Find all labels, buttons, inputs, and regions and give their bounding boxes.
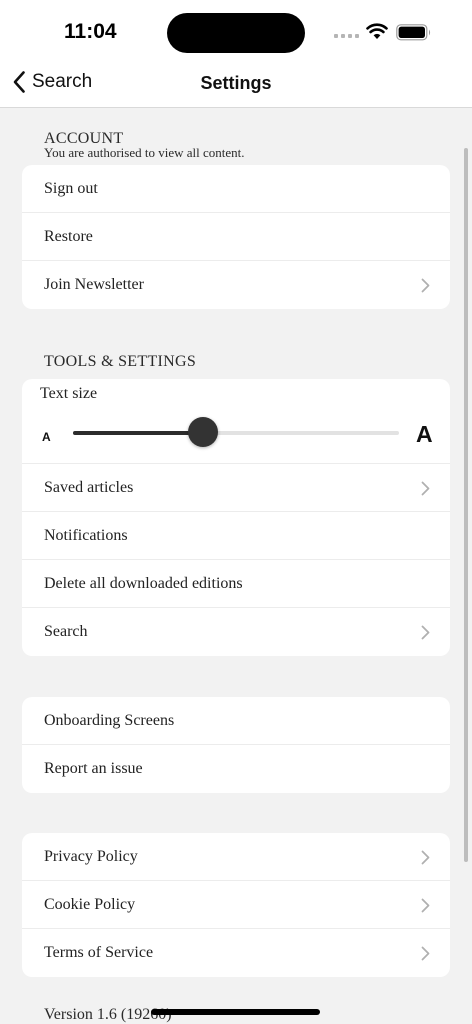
search-row[interactable]: Search: [22, 608, 450, 656]
chevron-right-icon: [421, 625, 430, 640]
chevron-right-icon: [421, 278, 430, 293]
row-label: Sign out: [44, 179, 98, 197]
row-label: Terms of Service: [44, 944, 154, 961]
wifi-icon: [366, 23, 388, 39]
status-time: 11:04: [64, 20, 117, 43]
text-size-control: Text size A A: [22, 379, 450, 464]
slider-thumb[interactable]: [188, 417, 219, 447]
row-label: Notifications: [44, 526, 128, 544]
status-bar: 11:04: [0, 0, 472, 64]
row-label: Join Newsletter: [44, 276, 144, 293]
cellular-signal-icon: [334, 34, 359, 38]
support-card: Onboarding Screens Report an issue: [22, 697, 450, 793]
text-size-large-glyph: A: [416, 421, 433, 447]
legal-card: Privacy Policy Cookie Policy Terms of Se…: [22, 833, 450, 977]
chevron-right-icon: [421, 850, 430, 865]
home-indicator: [151, 1009, 320, 1015]
chevron-right-icon: [421, 946, 430, 961]
notifications-row[interactable]: Notifications: [22, 512, 450, 560]
row-label: Privacy Policy: [44, 847, 138, 865]
account-card: Sign out Restore Join Newsletter: [22, 165, 450, 309]
join-newsletter-row[interactable]: Join Newsletter: [22, 261, 450, 309]
privacy-policy-row[interactable]: Privacy Policy: [22, 833, 450, 881]
dynamic-island: [167, 13, 305, 53]
slider-fill: [73, 431, 204, 435]
restore-row[interactable]: Restore: [22, 213, 450, 261]
text-size-label: Text size: [40, 385, 98, 402]
row-label: Saved articles: [44, 478, 134, 496]
terms-of-service-row[interactable]: Terms of Service: [22, 929, 450, 977]
tools-section-title: TOOLS & SETTINGS: [44, 353, 197, 370]
scrollbar[interactable]: [464, 148, 468, 862]
row-label: Restore: [44, 227, 93, 245]
page-title: Settings: [200, 73, 272, 93]
tools-card: Text size A A Saved articles Notificatio…: [22, 379, 450, 656]
chevron-right-icon: [421, 898, 430, 913]
row-label: Onboarding Screens: [44, 711, 175, 729]
row-label: Cookie Policy: [44, 895, 136, 913]
chevron-right-icon: [421, 481, 430, 496]
row-label: Search: [44, 623, 88, 640]
text-size-small-glyph: A: [42, 430, 51, 444]
saved-articles-row[interactable]: Saved articles: [22, 464, 450, 512]
cookie-policy-row[interactable]: Cookie Policy: [22, 881, 450, 929]
text-size-slider[interactable]: [73, 417, 399, 447]
sign-out-row[interactable]: Sign out: [22, 165, 450, 213]
report-issue-row[interactable]: Report an issue: [22, 745, 450, 793]
battery-icon: [396, 24, 431, 41]
navigation-bar: Search Settings: [0, 64, 472, 108]
account-section-subtitle: You are authorised to view all content.: [44, 145, 245, 160]
row-label: Report an issue: [44, 760, 143, 777]
delete-downloads-row[interactable]: Delete all downloaded editions: [22, 560, 450, 608]
onboarding-screens-row[interactable]: Onboarding Screens: [22, 697, 450, 745]
row-label: Delete all downloaded editions: [44, 574, 243, 592]
